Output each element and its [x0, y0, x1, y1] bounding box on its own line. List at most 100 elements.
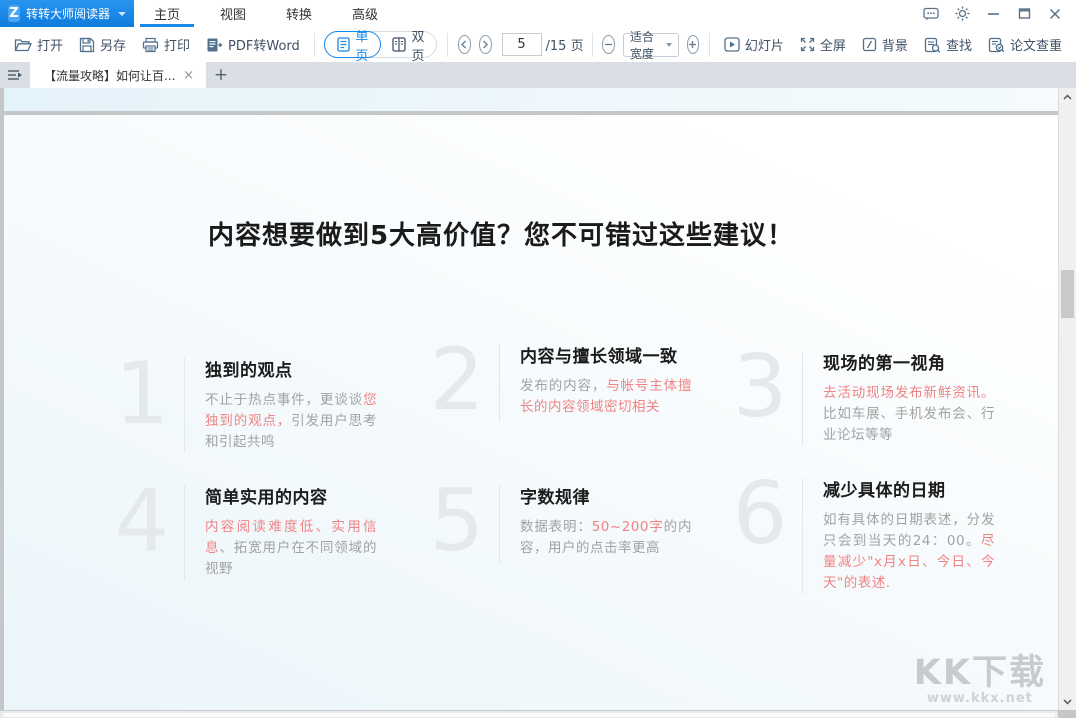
find-button[interactable]: 查找	[916, 31, 980, 59]
pdf-to-word-label: PDF转Word	[228, 35, 300, 54]
single-page-icon	[337, 37, 350, 52]
scroll-down-icon[interactable]	[1059, 693, 1076, 710]
paper-check-button[interactable]: 论文查重	[980, 31, 1070, 59]
tab-advanced[interactable]: 高级	[332, 0, 398, 27]
vertical-scroll-thumb[interactable]	[1061, 270, 1074, 318]
item-number: 3	[722, 345, 798, 446]
item-body: 去活动现场发布新鲜资讯。比如车展、手机发布会、行业论坛等等	[823, 383, 995, 446]
maximize-button[interactable]	[1013, 4, 1035, 24]
save-icon	[79, 37, 95, 53]
open-button[interactable]: 打开	[6, 31, 71, 59]
item-number: 6	[722, 472, 798, 594]
double-page-label: 双页	[411, 26, 424, 64]
zoom-out-button[interactable]	[602, 35, 615, 54]
fullscreen-icon	[800, 37, 815, 52]
item-number: 4	[104, 479, 180, 580]
item-number: 1	[104, 352, 180, 453]
paper-check-icon	[988, 37, 1005, 53]
toolbar-separator	[314, 33, 315, 57]
document-tabbar: 【流量攻略】如何让百... × +	[0, 62, 1076, 88]
double-page-button[interactable]: 双页	[380, 31, 436, 58]
item-heading: 减少具体的日期	[823, 476, 995, 501]
feedback-icon[interactable]	[920, 4, 942, 24]
item-body: 如有具体的日期表述，分发只会到当天的24：00。尽量减少"x月x日、今日、今天"…	[823, 510, 995, 594]
single-page-label: 单页	[355, 26, 368, 64]
document-viewer: 内容想要做到5大高价值？您不可错过这些建议！ 1 独到的观点 不止于热点事件，更…	[0, 88, 1076, 718]
previous-page-bottom	[4, 88, 1058, 111]
open-folder-icon	[14, 37, 32, 53]
divider	[802, 478, 803, 594]
background-button[interactable]: 背景	[854, 31, 916, 59]
fullscreen-label: 全屏	[820, 35, 846, 54]
new-tab-button[interactable]: +	[206, 62, 236, 88]
zoom-mode-label: 适合宽度	[630, 28, 666, 62]
horizontal-scroll-thumb[interactable]	[3, 713, 1055, 717]
next-page-button[interactable]	[479, 35, 492, 54]
pdf-page: 内容想要做到5大高价值？您不可错过这些建议！ 1 独到的观点 不止于热点事件，更…	[4, 115, 1058, 710]
horizontal-scrollbar[interactable]	[0, 710, 1058, 718]
divider	[499, 344, 500, 422]
vertical-scrollbar[interactable]	[1058, 88, 1076, 710]
fullscreen-button[interactable]: 全屏	[792, 31, 854, 59]
minimize-button[interactable]	[982, 4, 1004, 24]
item-number: 5	[419, 479, 495, 563]
zoom-mode-select[interactable]: 适合宽度	[623, 33, 679, 57]
app-title: 转转大师阅读器	[26, 5, 110, 22]
pdf-to-word-button[interactable]: PDF转Word	[198, 31, 308, 59]
divider	[802, 351, 803, 446]
toolbar-separator	[592, 33, 593, 57]
print-label: 打印	[164, 35, 190, 54]
divider	[499, 485, 500, 563]
double-page-icon	[392, 37, 406, 52]
find-icon	[924, 37, 941, 53]
document-tab-title: 【流量攻略】如何让百...	[44, 67, 175, 84]
main-toolbar: 打开 另存 打印 PDF转Word 单页 双页	[0, 27, 1076, 62]
document-tab[interactable]: 【流量攻略】如何让百... ×	[30, 62, 206, 88]
page-total-label: /15 页	[546, 35, 584, 54]
item-heading: 字数规律	[520, 483, 692, 508]
print-button[interactable]: 打印	[134, 31, 198, 59]
titlebar: Z 转转大师阅读器 主页 视图 转换 高级	[0, 0, 1076, 27]
pdf-to-word-icon	[206, 37, 223, 53]
toolbar-separator	[709, 33, 710, 57]
background-icon	[862, 37, 877, 52]
tab-convert[interactable]: 转换	[266, 0, 332, 27]
save-as-button[interactable]: 另存	[71, 31, 134, 59]
scroll-up-icon[interactable]	[1059, 88, 1076, 105]
app-logo-icon: Z	[8, 5, 20, 22]
settings-gear-icon[interactable]	[951, 4, 973, 24]
sidebar-toggle-icon[interactable]	[0, 62, 30, 88]
paper-check-label: 论文查重	[1010, 35, 1062, 54]
list-item: 1 独到的观点 不止于热点事件，更谈谈您独到的观点，引发用户思考和引起共鸣	[104, 352, 416, 453]
app-menu-button[interactable]: Z 转转大师阅读器	[0, 0, 134, 27]
item-body: 发布的内容，与帐号主体擅长的内容领域密切相关	[520, 376, 692, 418]
list-item: 2 内容与擅长领域一致 发布的内容，与帐号主体擅长的内容领域密切相关	[419, 338, 731, 422]
page-layout-group: 单页 双页	[324, 31, 437, 58]
background-label: 背景	[882, 35, 908, 54]
save-as-label: 另存	[100, 35, 126, 54]
page-title: 内容想要做到5大高价值？您不可错过这些建议！	[4, 215, 998, 252]
item-body: 内容阅读难度低、实用信息、拓宽用户在不同领域的视野	[205, 517, 377, 580]
zoom-in-button[interactable]	[687, 35, 700, 54]
chevron-down-icon	[118, 12, 126, 16]
tab-close-icon[interactable]: ×	[181, 68, 196, 83]
watermark-text: KK下载	[914, 655, 1046, 691]
item-heading: 简单实用的内容	[205, 483, 377, 508]
slideshow-button[interactable]: 幻灯片	[716, 31, 792, 59]
tab-view[interactable]: 视图	[200, 0, 266, 27]
chevron-down-icon	[666, 43, 672, 47]
list-item: 5 字数规律 数据表明：50~200字的内容，用户的点击率更高	[419, 479, 731, 563]
page-number-input[interactable]	[502, 33, 542, 56]
prev-page-button[interactable]	[458, 35, 471, 54]
list-item: 6 减少具体的日期 如有具体的日期表述，分发只会到当天的24：00。尽量减少"x…	[722, 472, 1034, 594]
tab-home[interactable]: 主页	[134, 0, 200, 27]
close-button[interactable]	[1044, 4, 1066, 24]
watermark: KK下载 www.kkx.net	[914, 655, 1046, 706]
toolbar-separator	[447, 33, 448, 57]
slideshow-label: 幻灯片	[745, 35, 784, 54]
item-heading: 现场的第一视角	[823, 349, 995, 374]
single-page-button[interactable]: 单页	[324, 31, 381, 58]
find-label: 查找	[946, 35, 972, 54]
item-number: 2	[419, 338, 495, 422]
slideshow-icon	[724, 37, 740, 52]
